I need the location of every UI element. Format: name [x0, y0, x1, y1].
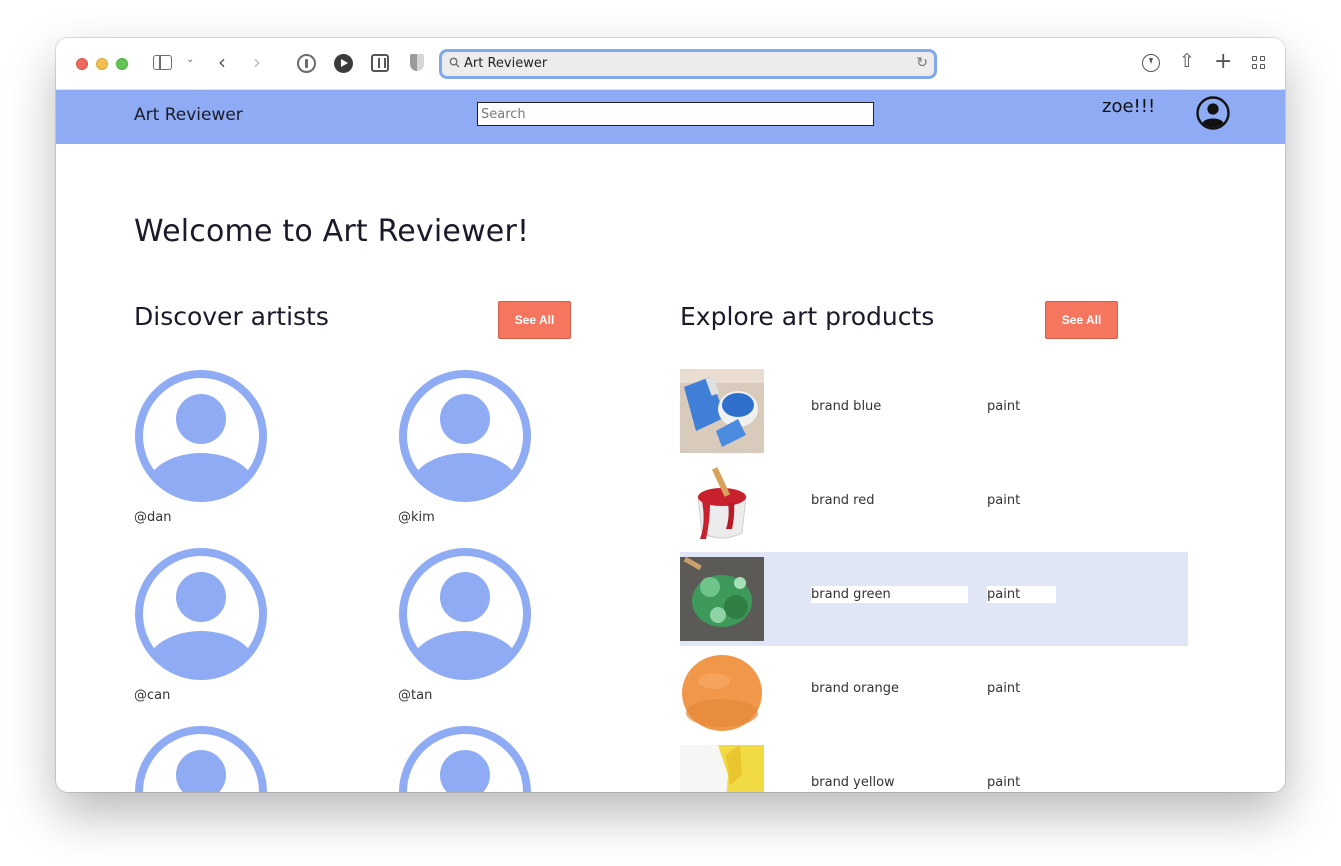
zoom-window-button[interactable]	[116, 58, 128, 70]
product-type: paint	[987, 775, 1021, 790]
see-all-artists-button[interactable]: See All	[498, 301, 571, 339]
artist-card[interactable]	[134, 725, 274, 792]
address-bar[interactable]: Art Reviewer ↻	[439, 49, 937, 79]
product-row[interactable]: brand yellow paint	[680, 740, 1188, 792]
artist-handle[interactable]: @can	[134, 688, 170, 703]
product-name: brand green	[811, 586, 968, 603]
product-row[interactable]: brand orange paint	[680, 646, 1188, 740]
product-name: brand red	[811, 493, 875, 508]
product-row[interactable]: brand green paint	[680, 552, 1188, 646]
browser-toolbar: ⌄ ‹ › Art Reviewer ↻ ⇧ +	[56, 38, 1285, 90]
page-title: Welcome to Art Reviewer!	[134, 214, 530, 249]
products-section-title: Explore art products	[680, 302, 935, 331]
reader-extension-icon[interactable]	[371, 54, 389, 72]
product-thumbnail-orange-paint[interactable]	[680, 651, 764, 735]
product-type: paint	[987, 493, 1021, 508]
forward-arrow-icon[interactable]: ›	[253, 50, 261, 74]
product-row[interactable]: brand red paint	[680, 458, 1188, 552]
site-brand[interactable]: Art Reviewer	[134, 105, 243, 125]
product-row[interactable]: brand blue paint	[680, 364, 1188, 458]
search-icon	[449, 57, 460, 68]
chevron-down-icon[interactable]: ⌄	[186, 54, 194, 65]
artist-avatar-icon[interactable]	[134, 547, 268, 681]
artist-handle[interactable]: @tan	[398, 688, 432, 703]
product-name: brand blue	[811, 399, 882, 414]
product-type: paint	[987, 586, 1056, 603]
artist-card[interactable]: @dan	[134, 369, 274, 525]
reload-icon[interactable]: ↻	[916, 55, 928, 71]
browser-window: ⌄ ‹ › Art Reviewer ↻ ⇧ + Art Reviewer zo…	[56, 38, 1285, 792]
product-type: paint	[987, 399, 1021, 414]
account-circle-icon[interactable]	[1196, 96, 1230, 130]
search-input[interactable]	[477, 102, 874, 126]
back-arrow-icon[interactable]: ‹	[218, 50, 226, 74]
tab-overview-icon[interactable]	[1252, 56, 1266, 70]
product-thumbnail-yellow-paint[interactable]	[680, 745, 764, 792]
artist-avatar-icon[interactable]	[398, 725, 532, 792]
artist-card[interactable]: @kim	[398, 369, 538, 525]
product-thumbnail-green-paint[interactable]	[680, 557, 764, 641]
product-thumbnail-red-paint[interactable]	[680, 463, 764, 547]
artist-card[interactable]	[398, 725, 538, 792]
artist-avatar-icon[interactable]	[398, 547, 532, 681]
sidebar-toggle-icon[interactable]	[153, 55, 172, 70]
password-manager-icon[interactable]	[297, 54, 316, 73]
see-all-products-button[interactable]: See All	[1045, 301, 1118, 339]
artist-card[interactable]: @can	[134, 547, 274, 703]
download-icon[interactable]	[1142, 54, 1160, 72]
product-name: brand orange	[811, 681, 899, 696]
minimize-window-button[interactable]	[96, 58, 108, 70]
product-thumbnail-blue-paint[interactable]	[680, 369, 764, 453]
artist-handle[interactable]: @dan	[134, 510, 171, 525]
main-content: Welcome to Art Reviewer! Discover artist…	[56, 144, 1285, 792]
privacy-shield-icon[interactable]	[410, 54, 424, 71]
username-label: zoe!!!	[1102, 96, 1156, 117]
play-extension-icon[interactable]	[334, 54, 353, 73]
product-name: brand yellow	[811, 775, 895, 790]
product-type: paint	[987, 681, 1021, 696]
artist-card[interactable]: @tan	[398, 547, 538, 703]
artist-avatar-icon[interactable]	[134, 725, 268, 792]
artist-handle[interactable]: @kim	[398, 510, 435, 525]
close-window-button[interactable]	[76, 58, 88, 70]
new-tab-icon[interactable]: +	[1214, 49, 1232, 74]
site-header: Art Reviewer zoe!!!	[56, 90, 1285, 144]
artist-avatar-icon[interactable]	[134, 369, 268, 503]
share-icon[interactable]: ⇧	[1179, 50, 1195, 72]
artists-section-title: Discover artists	[134, 302, 329, 331]
artist-avatar-icon[interactable]	[398, 369, 532, 503]
address-text: Art Reviewer	[464, 56, 548, 71]
